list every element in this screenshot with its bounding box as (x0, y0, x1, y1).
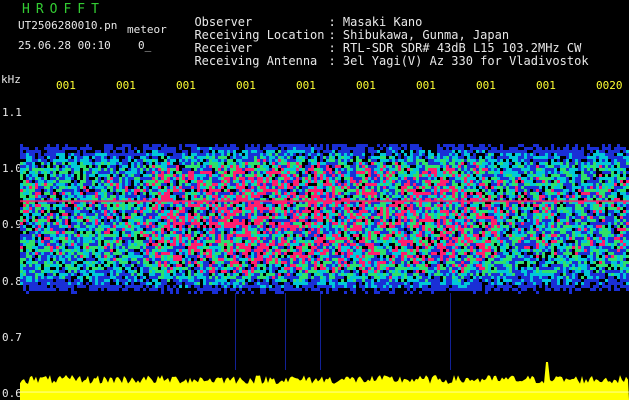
y-axis-unit-label: kHz (1, 73, 21, 86)
datetime-label: 25.06.28 00:10 (18, 39, 111, 52)
y-tick-label: 1.1 (2, 105, 22, 119)
y-tick-label: 0.7 (2, 331, 22, 345)
x-tick-label: 001 (296, 79, 316, 92)
filename-label: UT2506280010.pn (18, 19, 118, 32)
baseline (20, 391, 629, 393)
spectrogram-plot (20, 96, 629, 400)
y-tick-label: 0.9 (2, 218, 22, 232)
meteor-trace (320, 293, 321, 370)
spectrogram-svg (20, 144, 629, 400)
x-tick-label: 001 (116, 79, 136, 92)
info-row-antenna: Receiving Antenna : 3el Yagi(V) Az 330 fo… (180, 43, 589, 68)
meteor-trace (235, 293, 236, 370)
y-tick-label: 0.8 (2, 274, 22, 288)
app-title: HROFFT (22, 2, 105, 17)
y-tick-label: 1.0 (2, 162, 22, 176)
meteor-label: meteor (127, 23, 167, 36)
meteor-trace (285, 293, 286, 370)
y-tick-label: 0.6 (2, 387, 22, 400)
x-tick-label: 001 (236, 79, 256, 92)
meteor-counter: 0_ (138, 39, 152, 52)
info-value: : 3el Yagi(V) Az 330 for Vladivostok (328, 54, 589, 68)
x-tick-label: 001 (536, 79, 556, 92)
power-trace (20, 362, 629, 400)
info-label: Receiving Antenna (194, 54, 318, 68)
meteor-trace (450, 293, 451, 370)
x-tick-label: 001 (176, 79, 196, 92)
x-tick-label: 0020 (596, 79, 623, 92)
carrier-line (20, 200, 629, 203)
spectrogram-cells (20, 144, 629, 294)
x-tick-label: 001 (56, 79, 76, 92)
x-tick-label: 001 (416, 79, 436, 92)
x-tick-label: 001 (476, 79, 496, 92)
x-tick-label: 001 (356, 79, 376, 92)
